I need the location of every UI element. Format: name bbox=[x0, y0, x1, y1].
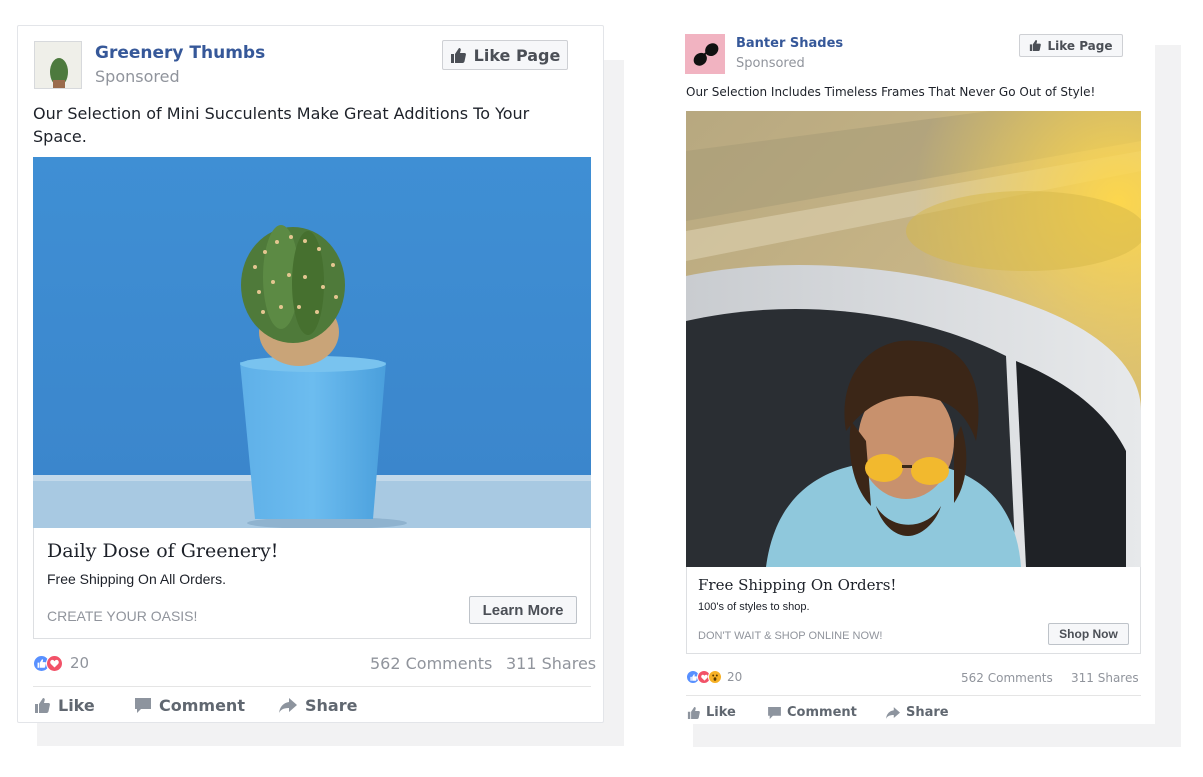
link-preview[interactable]: Free Shipping On Orders! 100's of styles… bbox=[686, 567, 1141, 654]
comments-count[interactable]: 562 Comments bbox=[961, 671, 1053, 685]
shares-count[interactable]: 311 Shares bbox=[506, 654, 596, 673]
share-action-label: Share bbox=[906, 705, 949, 720]
man-sunglasses-photo-image bbox=[686, 111, 1141, 567]
comment-action[interactable]: Comment bbox=[768, 705, 857, 720]
actions-divider bbox=[686, 695, 1141, 696]
thumbs-up-icon bbox=[687, 706, 700, 719]
link-preview[interactable]: Daily Dose of Greenery! Free Shipping On… bbox=[33, 528, 591, 639]
link-cta-text: DON'T WAIT & SHOP ONLINE NOW! bbox=[698, 630, 883, 642]
like-action-label: Like bbox=[58, 696, 95, 715]
reaction-count: 20 bbox=[727, 670, 743, 684]
comment-action[interactable]: Comment bbox=[135, 696, 245, 715]
reaction-count: 20 bbox=[70, 654, 90, 672]
comment-bubble-icon bbox=[768, 706, 781, 719]
cactus-avatar-icon bbox=[35, 42, 81, 88]
ad-card-greenery: Greenery Thumbs Sponsored Like Page Our … bbox=[17, 25, 604, 723]
thumbs-up-icon bbox=[35, 698, 50, 713]
cactus-photo-image bbox=[33, 157, 591, 528]
link-description: Free Shipping On All Orders. bbox=[47, 571, 226, 587]
share-action-label: Share bbox=[305, 696, 358, 715]
wow-reaction-icon bbox=[708, 670, 722, 684]
ad-photo[interactable] bbox=[33, 157, 591, 528]
post-caption: Our Selection of Mini Succulents Make Gr… bbox=[33, 104, 530, 146]
share-arrow-icon bbox=[886, 706, 900, 719]
like-action[interactable]: Like bbox=[34, 696, 95, 715]
share-action[interactable]: Share bbox=[886, 705, 949, 720]
page-avatar[interactable] bbox=[34, 41, 82, 89]
sunglasses-avatar-icon bbox=[685, 34, 725, 74]
like-page-label: Like Page bbox=[473, 45, 561, 65]
comment-bubble-icon bbox=[135, 698, 151, 713]
thumbs-up-icon bbox=[450, 47, 466, 63]
shop-now-button[interactable]: Shop Now bbox=[1048, 623, 1129, 645]
page-name[interactable]: Greenery Thumbs bbox=[95, 43, 265, 63]
share-arrow-icon bbox=[279, 698, 297, 713]
link-headline: Free Shipping On Orders! bbox=[698, 576, 897, 594]
actions-divider bbox=[33, 686, 591, 687]
comments-count[interactable]: 562 Comments bbox=[370, 654, 492, 673]
love-reaction-icon bbox=[46, 654, 63, 672]
page-name[interactable]: Banter Shades bbox=[736, 36, 843, 51]
like-page-button[interactable]: Like Page bbox=[442, 40, 568, 70]
reaction-summary[interactable]: 20 bbox=[33, 654, 89, 672]
sponsored-label: Sponsored bbox=[95, 67, 180, 86]
link-description: 100's of styles to shop. bbox=[698, 601, 810, 613]
sponsored-label: Sponsored bbox=[736, 56, 805, 71]
thumbs-up-icon bbox=[1030, 40, 1042, 51]
like-action[interactable]: Like bbox=[687, 705, 736, 720]
like-action-label: Like bbox=[706, 705, 736, 720]
comment-action-label: Comment bbox=[787, 705, 857, 720]
page-avatar[interactable] bbox=[685, 34, 725, 74]
reaction-summary[interactable]: 20 bbox=[686, 670, 742, 684]
comment-action-label: Comment bbox=[159, 696, 245, 715]
shares-count[interactable]: 311 Shares bbox=[1071, 671, 1139, 685]
post-caption: Our Selection Includes Timeless Frames T… bbox=[686, 85, 1096, 99]
link-headline: Daily Dose of Greenery! bbox=[47, 540, 279, 562]
link-cta-text: CREATE YOUR OASIS! bbox=[47, 608, 198, 624]
share-action[interactable]: Share bbox=[279, 696, 357, 715]
learn-more-button[interactable]: Learn More bbox=[469, 596, 577, 624]
like-page-label: Like Page bbox=[1047, 38, 1113, 53]
like-page-button[interactable]: Like Page bbox=[1019, 34, 1123, 57]
ad-photo[interactable] bbox=[686, 111, 1141, 567]
ad-card-banter: Banter Shades Sponsored Like Page Our Se… bbox=[677, 30, 1155, 724]
